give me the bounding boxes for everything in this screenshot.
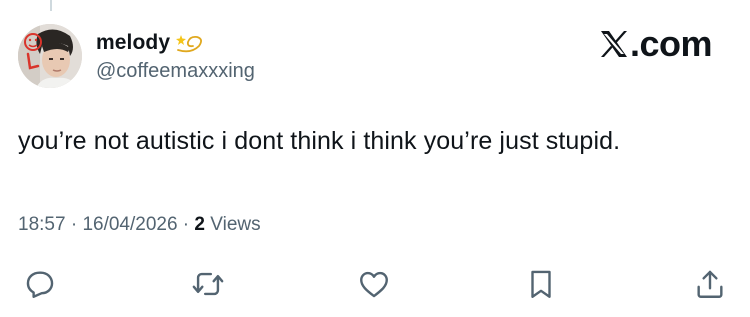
brand-domain-text: .com [629, 23, 713, 64]
retweet-button[interactable] [188, 264, 228, 304]
display-name[interactable]: melody [96, 31, 170, 55]
bookmark-button[interactable] [521, 264, 561, 304]
like-button[interactable] [354, 264, 394, 304]
like-icon [360, 271, 388, 298]
retweet-icon [192, 272, 224, 296]
views-count: 2 [194, 214, 205, 235]
meta-separator: · [177, 214, 195, 235]
tweet-text: you’re not autistic i dont think i think… [18, 127, 621, 155]
views-label: Views [205, 214, 261, 235]
reply-button[interactable] [20, 264, 60, 304]
user-info: melody @coffeemaxxxing [96, 30, 255, 83]
action-bar [0, 264, 750, 304]
share-button[interactable] [690, 264, 730, 304]
avatar[interactable] [18, 24, 82, 88]
x-logo-icon [600, 31, 627, 57]
share-icon [697, 270, 723, 298]
tweet-date[interactable]: 16/04/2026 [82, 214, 177, 235]
meta-separator: · [65, 214, 83, 235]
tweet-meta: 18:57 · 16/04/2026 · 2 Views [18, 214, 261, 236]
thread-connector-line [50, 0, 52, 11]
display-name-row: melody [96, 30, 255, 56]
brand-watermark: .com [599, 23, 713, 64]
reply-icon [26, 271, 54, 298]
bookmark-icon [531, 270, 551, 298]
avatar-image [18, 24, 82, 88]
dizzy-icon [175, 32, 205, 54]
tweet-time[interactable]: 18:57 [18, 214, 66, 235]
user-handle[interactable]: @coffeemaxxxing [96, 60, 255, 83]
